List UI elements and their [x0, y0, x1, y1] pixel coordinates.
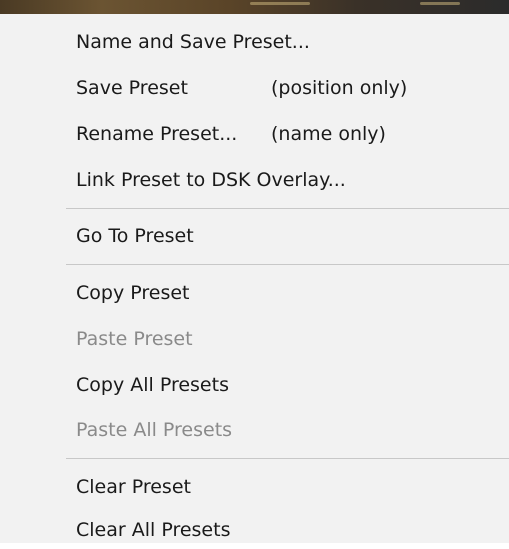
- menu-item-rename-preset[interactable]: Rename Preset... (name only): [76, 115, 509, 153]
- menu-item-label: Save Preset: [76, 77, 188, 99]
- menu-separator: [66, 458, 509, 459]
- menu-item-paste-preset[interactable]: Paste Preset: [76, 320, 509, 358]
- menu-icon-gutter: [0, 14, 62, 543]
- menu-item-label: Paste Preset: [76, 328, 193, 350]
- background-window-strip: [0, 0, 509, 14]
- menu-item-name-and-save-preset[interactable]: Name and Save Preset...: [76, 23, 509, 61]
- menu-item-label: Clear All Presets: [76, 519, 231, 541]
- menu-item-note: (position only): [271, 77, 408, 99]
- menu-item-label: Link Preset to DSK Overlay...: [76, 169, 346, 191]
- menu-item-link-preset-to-dsk-overlay[interactable]: Link Preset to DSK Overlay...: [76, 161, 509, 199]
- preset-context-menu: Name and Save Preset... Save Preset (pos…: [0, 14, 509, 543]
- menu-item-save-preset[interactable]: Save Preset (position only): [76, 69, 509, 107]
- menu-item-go-to-preset[interactable]: Go To Preset: [76, 217, 509, 255]
- menu-item-note: (name only): [271, 123, 386, 145]
- menu-item-clear-preset[interactable]: Clear Preset: [76, 468, 509, 506]
- menu-item-copy-all-presets[interactable]: Copy All Presets: [76, 366, 509, 404]
- menu-item-label: Clear Preset: [76, 476, 191, 498]
- menu-item-label: Paste All Presets: [76, 419, 233, 441]
- menu-separator: [66, 208, 509, 209]
- menu-item-label: Copy All Presets: [76, 374, 229, 396]
- menu-separator: [66, 264, 509, 265]
- menu-item-label: Rename Preset...: [76, 123, 238, 145]
- menu-item-label: Copy Preset: [76, 282, 190, 304]
- menu-item-paste-all-presets[interactable]: Paste All Presets: [76, 411, 509, 449]
- menu-item-clear-all-presets[interactable]: Clear All Presets: [76, 511, 509, 549]
- menu-item-copy-preset[interactable]: Copy Preset: [76, 274, 509, 312]
- menu-item-label: Go To Preset: [76, 225, 194, 247]
- menu-item-label: Name and Save Preset...: [76, 31, 310, 53]
